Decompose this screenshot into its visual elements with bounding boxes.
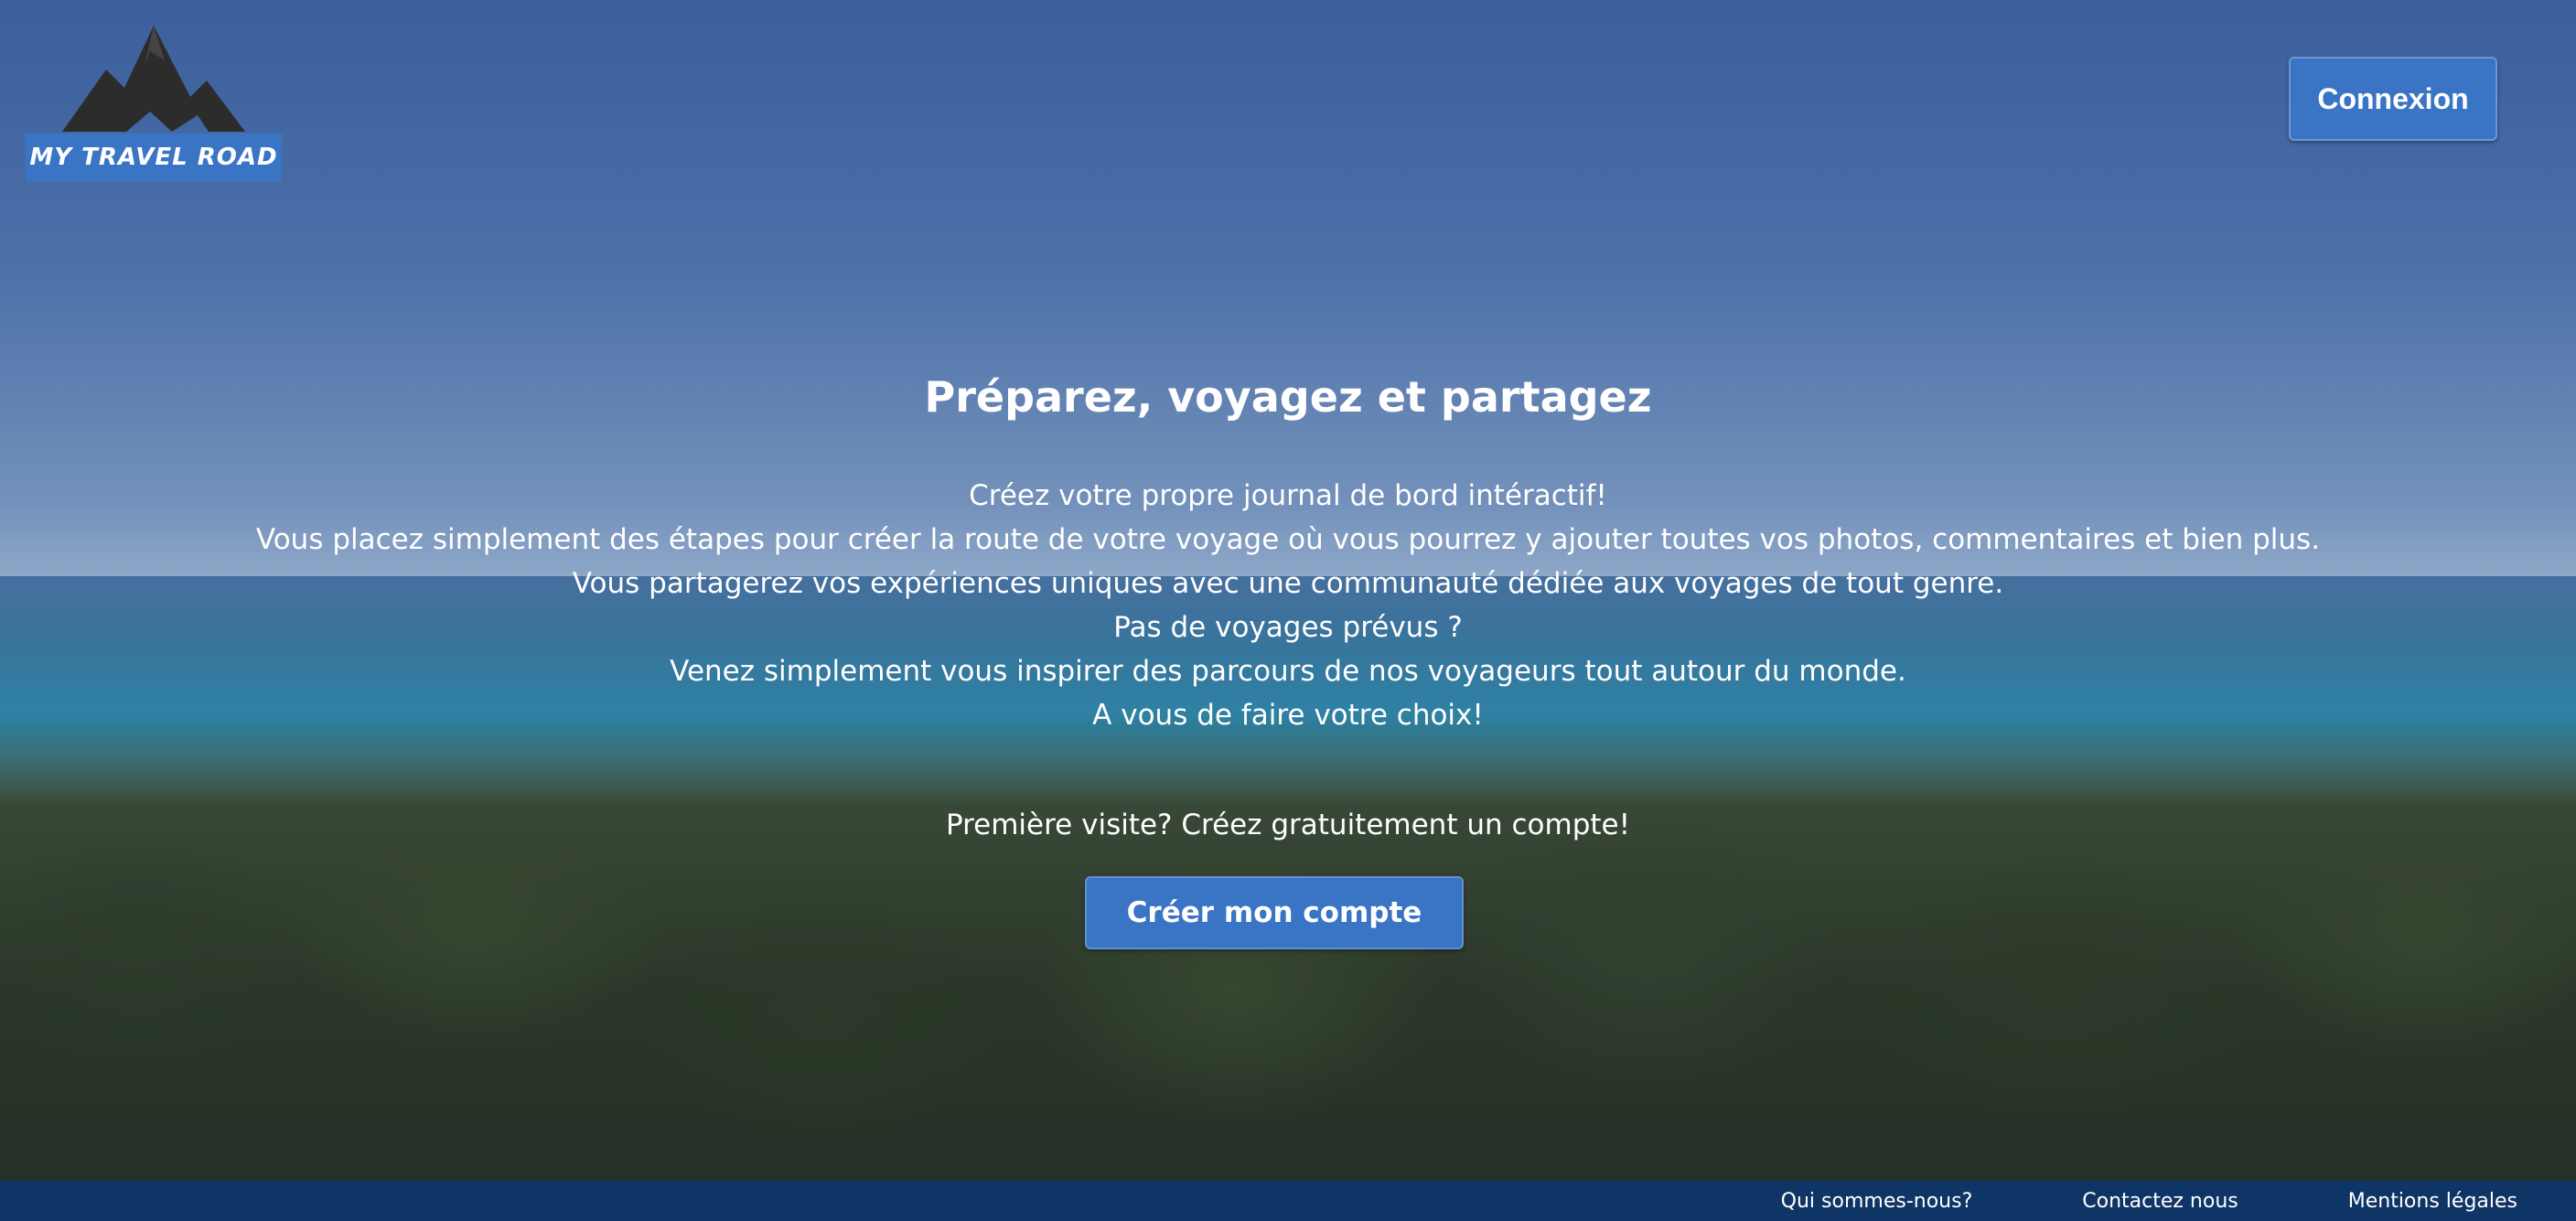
hero-line: A vous de faire votre choix! [1092,699,1484,732]
hero-line: Pas de voyages prévus ? [1113,611,1463,644]
hero-line: Vous partagerez vos expériences uniques … [572,567,2004,600]
landing-page: MY TRAVEL ROAD Connexion Préparez, voyag… [0,0,2576,1221]
footer-link-legal[interactable]: Mentions légales [2348,1190,2517,1213]
signup-prompt: Première visite? Créez gratuitement un c… [945,809,1631,841]
create-account-button[interactable]: Créer mon compte [1085,876,1464,949]
hero-line: Vous placez simplement des étapes pour c… [255,523,2321,556]
footer-link-contact[interactable]: Contactez nous [2082,1190,2238,1213]
hero-title: Préparez, voyagez et partagez [924,372,1652,422]
hero-section: Préparez, voyagez et partagez Créez votr… [0,0,2576,1221]
footer: Qui sommes-nous? Contactez nous Mentions… [0,1181,2576,1221]
hero-description: Créez votre propre journal de bord intér… [0,474,2576,737]
hero-line: Venez simplement vous inspirer des parco… [670,655,1906,688]
footer-link-about[interactable]: Qui sommes-nous? [1781,1190,1973,1213]
hero-line: Créez votre propre journal de bord intér… [969,479,1607,512]
